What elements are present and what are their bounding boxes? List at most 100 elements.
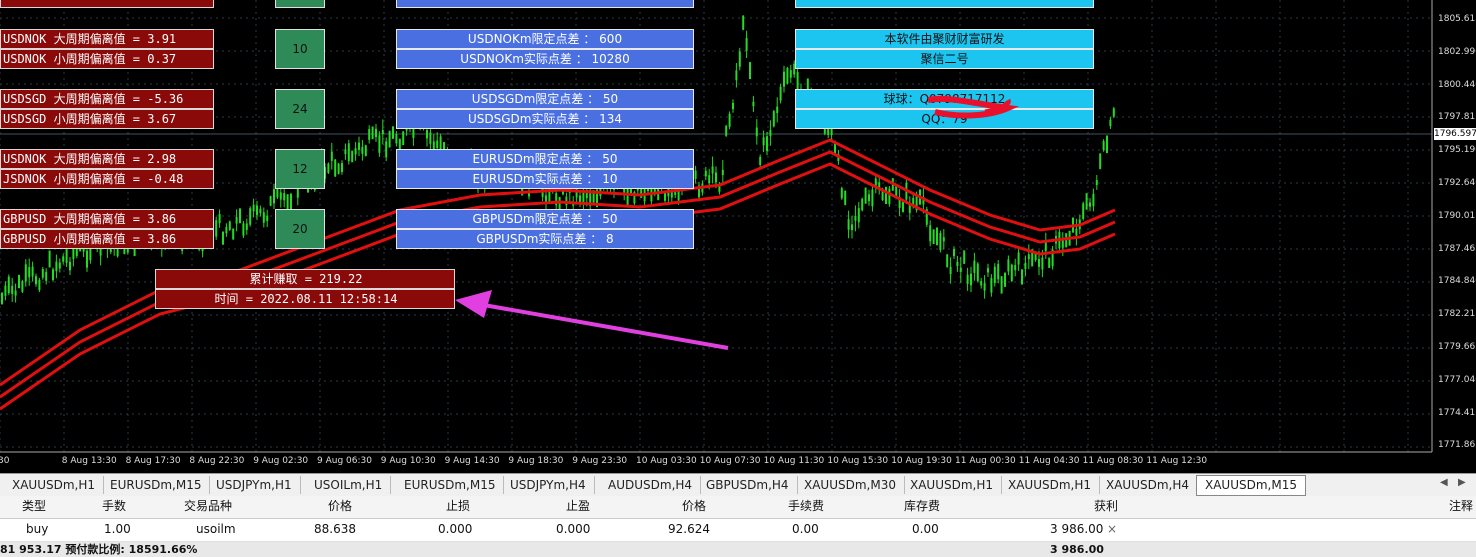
candle-body: [857, 208, 860, 223]
col-type[interactable]: 类型: [22, 496, 46, 516]
tab-chart[interactable]: XAUUSDm,H1: [1000, 476, 1101, 494]
candle-body: [1038, 259, 1040, 267]
candle-body: [38, 279, 41, 291]
spread-top-cut: [396, 0, 694, 8]
time-tick-label: 10 Aug 15:30: [827, 456, 889, 466]
candle-body: [708, 175, 711, 184]
candle-body: [766, 136, 768, 151]
candle-body: [48, 250, 51, 268]
candle-body: [847, 219, 850, 230]
candle-body: [993, 266, 996, 284]
profit-timestamp: 时间 = 2022.08.11 12:58:14: [155, 289, 455, 309]
candle-body: [956, 261, 959, 266]
time-tick-label: 11 Aug 00:30: [955, 456, 1016, 466]
tab-chart[interactable]: XAUUSDm,M15: [1196, 475, 1306, 496]
candle-body: [738, 51, 741, 67]
candle-body: [21, 280, 24, 292]
price-tick-label: 1771.865: [1438, 440, 1476, 451]
table-row[interactable]: buy 1.00 usoilm 88.638 0.000 0.000 92.62…: [0, 519, 1476, 542]
candle-body: [1085, 193, 1088, 210]
time-tick-label: 8 Aug 17:30: [125, 456, 181, 466]
candle-body: [735, 70, 738, 81]
candle-body: [1014, 264, 1017, 271]
col-stoploss[interactable]: 止损: [446, 496, 470, 516]
table-header: 类型 手数 交易品种 价格 止损 止盈 价格 手续费 库存费 获利 注释: [0, 496, 1476, 519]
col-commission[interactable]: 手续费: [788, 496, 824, 516]
candle-body: [439, 136, 442, 149]
candle-body: [990, 278, 993, 293]
row-type: buy: [26, 522, 49, 536]
tab-chart[interactable]: GBPUSDm,H4: [698, 476, 798, 494]
deviation-big-gbpusd: GBPUSD 大周期偏离值 = 3.86: [0, 209, 214, 229]
candle-body: [783, 71, 785, 87]
tab-chart[interactable]: XAUUSDm,H1: [902, 476, 1003, 494]
price-tick-label: 1777.040: [1438, 374, 1476, 385]
price-tick-label: 1779.665: [1438, 342, 1476, 352]
tab-chart[interactable]: XAUUSDm,M30: [796, 476, 905, 494]
chart-canvas: [0, 0, 1433, 453]
candle-body: [262, 212, 265, 223]
candle-body: [762, 137, 765, 146]
candle-body: [1102, 141, 1105, 150]
candle-body: [711, 166, 714, 174]
col-lots[interactable]: 手数: [102, 496, 126, 516]
candle-body: [385, 141, 388, 158]
tab-chart[interactable]: XAUUSDm,H4: [1098, 476, 1199, 494]
candle-body: [269, 196, 272, 206]
candle-body: [426, 130, 428, 139]
info-developer: 本软件由聚财财富研发: [795, 29, 1094, 49]
price-chart[interactable]: 1805.615 1802.990 1800.440 1797.815 1795.190…: [0, 0, 1476, 473]
candle-body: [983, 283, 986, 291]
candle-body: [1095, 179, 1098, 185]
candle-body: [341, 163, 343, 172]
candle-body: [35, 276, 37, 285]
candle-body: [395, 134, 398, 144]
col-comment[interactable]: 注释: [1449, 496, 1473, 516]
row-profit: 3 986.00: [1050, 522, 1104, 536]
candle-body: [239, 208, 241, 223]
tab-scroll-left-icon[interactable]: ◀: [1440, 477, 1448, 488]
candle-body: [888, 188, 891, 205]
tab-chart[interactable]: USDJPYm,H1: [208, 476, 301, 494]
tab-chart[interactable]: EURUSDm,M15: [102, 476, 211, 494]
candle-body: [840, 188, 843, 199]
spread-limit-usdsgd: USDSGDm限定点差 ： 50: [396, 89, 694, 109]
candle-body: [953, 249, 955, 257]
tab-chart[interactable]: USOILm,H1: [306, 476, 392, 494]
tab-chart[interactable]: USDJPYm,H4: [502, 476, 595, 494]
candle-body: [52, 269, 54, 280]
tab-chart[interactable]: AUDUSDm,H4: [600, 476, 702, 494]
row-price: 88.638: [314, 522, 356, 536]
col-current-price[interactable]: 价格: [682, 496, 706, 516]
time-tick-label: 11 Aug 12:30: [1146, 456, 1208, 466]
price-tick-label: 1787.465: [1438, 243, 1476, 254]
time-tick-label: 9 Aug 14:30: [444, 456, 500, 466]
candle-body: [715, 172, 717, 183]
counter-gbpusd: 20: [275, 209, 325, 249]
candle-body: [694, 170, 697, 179]
candle-body: [388, 130, 391, 148]
candle-body: [279, 192, 282, 200]
col-profit[interactable]: 获利: [1094, 496, 1118, 516]
col-symbol[interactable]: 交易品种: [184, 496, 232, 516]
tab-chart[interactable]: XAUUSDm,H1: [4, 476, 105, 494]
candle-body: [358, 142, 360, 150]
tab-scroll-right-icon[interactable]: ▶: [1458, 477, 1466, 488]
time-tick-label: 30: [0, 456, 10, 466]
price-tick-label: 1797.815: [1438, 112, 1476, 123]
col-swap[interactable]: 库存费: [904, 496, 940, 516]
candle-body: [949, 266, 952, 275]
candle-body: [1092, 193, 1095, 207]
candle-body: [664, 193, 666, 201]
candle-body: [796, 72, 799, 90]
col-takeprofit[interactable]: 止盈: [566, 496, 590, 516]
deviation-small-usdnok-2: JSDNOK 小周期偏离值 = -0.48: [0, 169, 214, 189]
tab-chart[interactable]: EURUSDm,M15: [396, 476, 505, 494]
row-takeprofit: 0.000: [556, 522, 591, 536]
candle-body: [368, 128, 371, 140]
price-tick-label: 1782.215: [1438, 309, 1476, 320]
close-position-icon[interactable]: ×: [1107, 519, 1117, 539]
candle-body: [704, 170, 707, 177]
col-price[interactable]: 价格: [328, 496, 352, 516]
candle-body: [18, 274, 20, 289]
